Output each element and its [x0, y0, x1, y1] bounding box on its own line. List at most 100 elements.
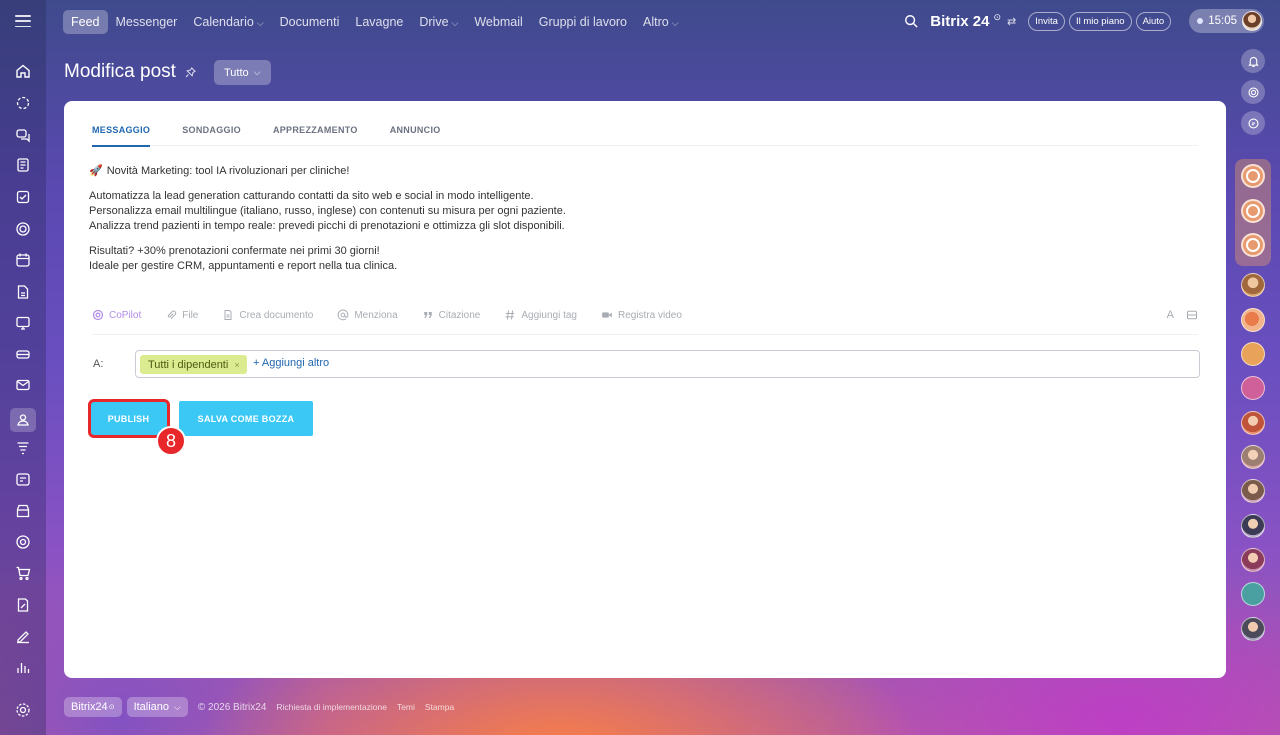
pen-icon[interactable]: [14, 628, 32, 646]
contact-avatar[interactable]: [1241, 411, 1265, 435]
analytics-icon[interactable]: [14, 659, 32, 677]
tab-poll[interactable]: SONDAGGIO: [182, 125, 241, 146]
recipient-chip-all-employees[interactable]: Tutti i dipendenti ×: [140, 355, 247, 374]
contact-avatar[interactable]: [1241, 445, 1265, 469]
footer-brand-clock-icon: ⊙: [108, 704, 115, 711]
tab-announcement[interactable]: ANNUNCIO: [390, 125, 441, 146]
language-selector[interactable]: Italiano ⌵: [126, 697, 188, 717]
store-icon[interactable]: [14, 503, 32, 521]
clock-time: 15:05: [1208, 15, 1237, 27]
filter-label: Tutto: [224, 66, 249, 79]
chevron-down-icon: ⌵: [451, 18, 459, 28]
feed-icon[interactable]: [14, 157, 32, 175]
nav-item-documents[interactable]: Documenti: [272, 10, 348, 34]
search-icon[interactable]: [904, 14, 918, 28]
bell-icon[interactable]: [1241, 49, 1265, 73]
hashtag-icon: [505, 310, 515, 320]
nav-item-calendar[interactable]: Calendario ⌵: [185, 10, 271, 34]
themes-link[interactable]: Temi: [397, 702, 415, 712]
nav-item-boards[interactable]: Lavagne: [347, 10, 411, 34]
pulse-icon[interactable]: [14, 95, 32, 113]
close-icon[interactable]: ×: [234, 360, 239, 370]
groups-icon[interactable]: [10, 408, 36, 432]
nav-item-more[interactable]: Altro ⌵: [635, 10, 687, 34]
nav-item-feed[interactable]: Feed: [63, 10, 108, 34]
record-video-label: Registra video: [617, 309, 682, 321]
save-draft-button[interactable]: SALVA COME BOZZA: [179, 401, 313, 436]
filter-dropdown[interactable]: Tutto ⌵: [214, 60, 271, 85]
message-paragraph: Automatizza la lead generation catturand…: [89, 189, 989, 234]
panel-toggle-icon[interactable]: [1186, 309, 1198, 321]
tab-message[interactable]: MESSAGGIO: [92, 125, 151, 147]
mail-icon[interactable]: [14, 377, 32, 395]
file-label: File: [182, 309, 199, 321]
copilot-button[interactable]: CoPilot: [92, 309, 141, 321]
booking-icon[interactable]: [14, 471, 32, 489]
add-recipient-link[interactable]: + Aggiungi altro: [253, 357, 329, 369]
headline-text: Novità Marketing: tool IA rivoluzionari …: [106, 165, 350, 177]
footer-brand-text: Bitrix24: [71, 701, 108, 713]
chat-search-icon[interactable]: [1241, 111, 1265, 135]
file-button[interactable]: File: [165, 309, 198, 321]
contact-avatar[interactable]: [1241, 273, 1265, 297]
pin-icon[interactable]: [184, 66, 197, 79]
funnel-icon[interactable]: [14, 440, 32, 458]
work-time-widget[interactable]: 15:05: [1189, 9, 1264, 33]
add-tag-button[interactable]: Aggiungi tag: [504, 309, 577, 321]
tab-appreciation[interactable]: APPREZZAMENTO: [273, 125, 358, 146]
document-icon: [224, 310, 232, 320]
nav-item-drive[interactable]: Drive ⌵: [411, 10, 466, 34]
target-icon[interactable]: [14, 534, 32, 552]
top-navigation: Feed Messenger Calendario ⌵ Documenti Lav…: [46, 0, 1280, 44]
brand-logo[interactable]: Bitrix 24: [930, 13, 989, 30]
menu-icon[interactable]: [15, 15, 31, 27]
contact-avatar[interactable]: [1241, 514, 1265, 538]
create-document-button[interactable]: Crea documento: [222, 309, 313, 321]
bookmark-avatar[interactable]: [1241, 376, 1265, 400]
recipients-field[interactable]: Tutti i dipendenti × + Aggiungi altro: [135, 350, 1200, 378]
copilot-chat-icon[interactable]: [1241, 164, 1265, 188]
tasks-icon[interactable]: [14, 189, 32, 207]
drive-icon[interactable]: [14, 346, 32, 364]
mention-button[interactable]: Menziona: [337, 309, 398, 321]
post-editor-card: MESSAGGIO SONDAGGIO APPREZZAMENTO ANNUNC…: [64, 101, 1226, 678]
help-button[interactable]: Aiuto: [1135, 11, 1172, 31]
sign-icon[interactable]: [14, 597, 32, 615]
record-video-button[interactable]: Registra video: [601, 309, 682, 321]
chat-avatar[interactable]: [1241, 342, 1265, 366]
contact-avatar[interactable]: [1241, 308, 1265, 332]
settings-icon[interactable]: [14, 702, 32, 720]
crm-icon[interactable]: [14, 221, 32, 239]
calendar-icon[interactable]: [14, 252, 32, 270]
message-editor[interactable]: 🚀 Novità Marketing: tool IA rivoluzionari…: [89, 163, 989, 284]
contact-avatar[interactable]: [1241, 617, 1265, 641]
home-icon[interactable]: [14, 63, 32, 81]
page-title-text: Modifica post: [64, 61, 176, 82]
contact-avatar[interactable]: [1241, 479, 1265, 503]
copilot-chat-icon[interactable]: [1241, 233, 1265, 257]
board-icon[interactable]: [14, 315, 32, 333]
create-document-label: Crea documento: [239, 309, 314, 321]
text-format-icon[interactable]: A: [1167, 309, 1174, 321]
recipient-chip-label: Tutti i dipendenti: [148, 358, 229, 371]
chat-icon[interactable]: [14, 127, 32, 145]
invite-button[interactable]: Invita: [1028, 11, 1065, 31]
contact-avatar[interactable]: [1241, 548, 1265, 572]
documents-icon[interactable]: [14, 284, 32, 302]
implementation-request-link[interactable]: Richiesta di implementazione: [276, 702, 387, 712]
footer-brand[interactable]: Bitrix24 ⊙: [64, 697, 122, 717]
cart-icon[interactable]: [14, 565, 32, 583]
copilot-chat-icon[interactable]: [1241, 199, 1265, 223]
nav-item-messenger[interactable]: Messenger: [108, 10, 186, 34]
print-link[interactable]: Stampa: [425, 702, 454, 712]
copilot-icon: [92, 309, 104, 321]
swap-icon[interactable]: ⇄: [1007, 15, 1016, 28]
quote-button[interactable]: Citazione: [422, 309, 480, 321]
user-avatar[interactable]: [1242, 11, 1262, 31]
copilot-icon[interactable]: [1241, 80, 1265, 104]
message-headline: 🚀 Novità Marketing: tool IA rivoluzionari…: [89, 163, 989, 179]
my-plan-button[interactable]: Il mio piano: [1068, 11, 1132, 31]
nav-item-webmail[interactable]: Webmail: [466, 10, 530, 34]
nav-item-workgroups[interactable]: Gruppi di lavoro: [531, 10, 635, 34]
group-avatar[interactable]: [1241, 582, 1265, 606]
